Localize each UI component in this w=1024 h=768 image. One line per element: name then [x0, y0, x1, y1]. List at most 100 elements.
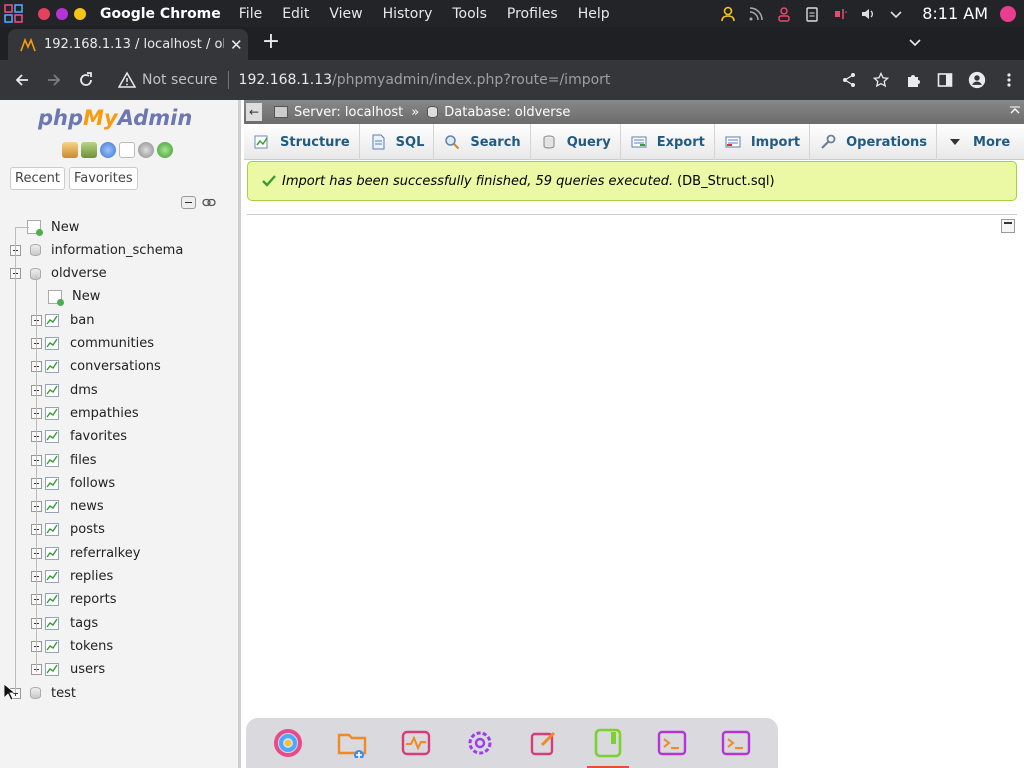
tree-item-label[interactable]: conversations: [70, 359, 161, 374]
dock-tablet[interactable]: [587, 728, 629, 768]
tree-item-label[interactable]: follows: [70, 476, 115, 491]
menu-edit[interactable]: Edit: [272, 6, 319, 22]
table-item[interactable]: reports: [31, 590, 116, 610]
table-item[interactable]: files: [31, 450, 97, 470]
maximize-window-button[interactable]: [74, 7, 86, 20]
new-icon[interactable]: [27, 220, 43, 236]
tree-item-label[interactable]: users: [70, 662, 105, 677]
favorites-button[interactable]: Favorites: [68, 167, 138, 190]
table-item[interactable]: conversations: [31, 357, 161, 377]
tree-item-label[interactable]: replies: [70, 569, 113, 584]
warning-icon[interactable]: [118, 71, 136, 89]
notification-icon[interactable]: [1000, 5, 1016, 22]
gear-icon[interactable]: [138, 142, 154, 158]
tree-item-label[interactable]: ban: [70, 313, 94, 328]
docs-icon[interactable]: [119, 142, 135, 158]
kebab-menu-icon[interactable]: [1000, 71, 1018, 89]
table-item[interactable]: tags: [31, 613, 98, 633]
help-icon[interactable]: [100, 142, 116, 158]
table-icon[interactable]: [45, 570, 60, 583]
dock-text-editor[interactable]: [529, 728, 559, 758]
tree-item-label[interactable]: test: [51, 686, 76, 701]
bookmark-star-icon[interactable]: [872, 71, 890, 89]
tree-item-label[interactable]: tags: [70, 616, 98, 631]
tab-sql[interactable]: SQL: [360, 124, 435, 160]
menu-tools[interactable]: Tools: [442, 6, 497, 22]
table-icon[interactable]: [45, 593, 60, 607]
extensions-icon[interactable]: [904, 71, 922, 89]
table-icon[interactable]: [45, 360, 60, 374]
rss-icon[interactable]: [748, 6, 764, 22]
table-icon[interactable]: [45, 500, 60, 514]
tree-item-label[interactable]: empathies: [70, 406, 139, 421]
scroll-top-icon[interactable]: [1010, 106, 1020, 116]
tree-item-label[interactable]: oldverse: [51, 266, 107, 281]
tree-item-label[interactable]: New: [51, 220, 79, 235]
table-icon[interactable]: [45, 476, 60, 490]
tree-item-label[interactable]: favorites: [70, 429, 127, 444]
table-item[interactable]: ban: [31, 310, 94, 330]
tree-item-label[interactable]: communities: [70, 336, 154, 351]
table-icon[interactable]: [45, 523, 60, 537]
dock-terminal[interactable]: [657, 728, 687, 758]
tab-import[interactable]: Import: [715, 124, 811, 160]
browser-tab[interactable]: 192.168.1.13 / localhost / oldverse ✕: [8, 29, 248, 60]
new-icon[interactable]: [48, 289, 64, 306]
logout-icon[interactable]: [81, 142, 97, 158]
table-icon[interactable]: [45, 406, 60, 420]
table-item[interactable]: dms: [31, 380, 98, 400]
tree-item-label[interactable]: referralkey: [70, 546, 140, 561]
volume-icon[interactable]: [860, 6, 876, 22]
dock-files[interactable]: [337, 728, 367, 758]
dock-browser[interactable]: [273, 728, 303, 758]
tab-export[interactable]: Export: [621, 124, 715, 160]
close-window-button[interactable]: [38, 7, 50, 20]
tab-search-icon[interactable]: [908, 35, 922, 49]
tree-item-label[interactable]: information_schema: [51, 243, 183, 258]
microphone-muted-icon[interactable]: [832, 6, 848, 22]
table-icon[interactable]: [45, 546, 60, 560]
tree-item-label[interactable]: posts: [70, 522, 105, 537]
dock-terminal-2[interactable]: [721, 728, 751, 758]
home-icon[interactable]: [62, 142, 78, 158]
table-item[interactable]: communities: [31, 334, 154, 354]
security-label[interactable]: Not secure: [142, 72, 218, 88]
menu-file[interactable]: File: [229, 6, 272, 22]
tree-item-label[interactable]: New: [72, 289, 100, 304]
menu-profiles[interactable]: Profiles: [497, 6, 568, 22]
tree-item-label[interactable]: reports: [70, 592, 116, 607]
phpmyadmin-logo[interactable]: phpMyAdmin: [38, 106, 192, 130]
menu-view[interactable]: View: [319, 6, 372, 22]
table-icon[interactable]: [45, 313, 60, 327]
database-icon[interactable]: [30, 687, 41, 699]
dock-system-monitor[interactable]: [401, 728, 431, 758]
tab-query[interactable]: Query: [531, 124, 621, 160]
person-icon[interactable]: [776, 6, 792, 22]
tree-item-label[interactable]: files: [70, 453, 97, 468]
forward-button[interactable]: [38, 64, 70, 96]
user-icon[interactable]: [720, 6, 736, 22]
tab-operations[interactable]: Operations: [810, 124, 938, 160]
table-item[interactable]: posts: [31, 520, 105, 540]
back-button[interactable]: [6, 64, 38, 96]
table-item[interactable]: tokens: [31, 636, 113, 656]
menu-help[interactable]: Help: [568, 6, 620, 22]
table-item[interactable]: favorites: [31, 427, 127, 447]
reload-button[interactable]: [70, 64, 102, 96]
close-tab-icon[interactable]: ✕: [230, 36, 243, 54]
tab-more[interactable]: More: [937, 124, 1019, 160]
page-settings-icon[interactable]: [1001, 219, 1015, 233]
database-icon[interactable]: [30, 244, 41, 257]
dock-settings[interactable]: [465, 728, 495, 758]
table-item[interactable]: replies: [31, 567, 113, 587]
address-bar[interactable]: Not secure 192.168.1.13/phpmyadmin/index…: [108, 64, 888, 96]
profile-avatar-icon[interactable]: [968, 71, 986, 89]
side-panel-icon[interactable]: [936, 71, 954, 89]
table-item[interactable]: news: [31, 497, 104, 517]
link-with-main-panel-icon[interactable]: [202, 198, 216, 207]
database-item[interactable]: oldverse: [10, 264, 107, 284]
database-item[interactable]: information_schema: [10, 240, 183, 260]
app-grid-icon[interactable]: [2, 0, 26, 27]
share-icon[interactable]: [840, 71, 858, 89]
breadcrumb-server[interactable]: Server: localhost: [294, 105, 403, 120]
